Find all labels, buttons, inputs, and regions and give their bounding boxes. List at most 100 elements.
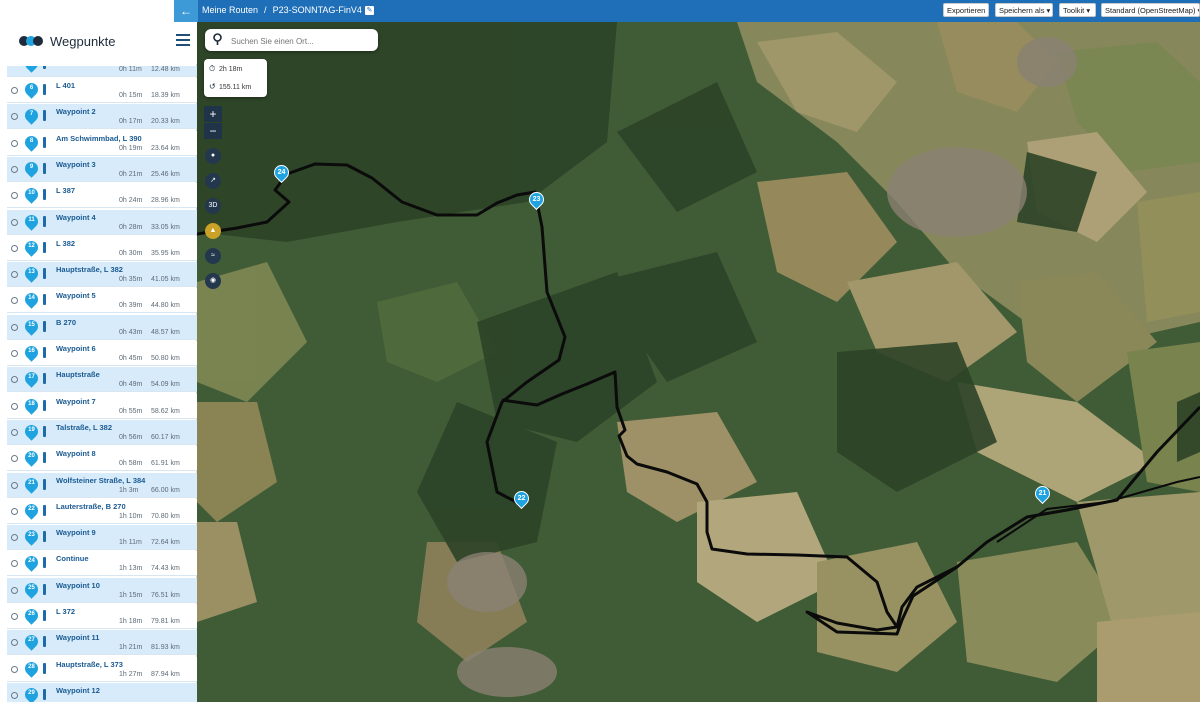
waypoint-number: 6	[29, 85, 34, 91]
clock-icon[interactable]	[11, 271, 18, 279]
drag-handle-icon[interactable]	[43, 531, 46, 543]
list-item[interactable]: 14 Waypoint 5 0h 39m 44.80 km	[7, 288, 197, 314]
drag-handle-icon[interactable]	[43, 320, 46, 332]
list-item[interactable]: 17 Hauptstraße 0h 49m 54.09 km	[7, 367, 197, 393]
list-item[interactable]: 27 Waypoint 11 1h 21m 81.93 km	[7, 630, 197, 656]
drag-handle-icon[interactable]	[43, 504, 46, 516]
list-item[interactable]: 20 Waypoint 8 0h 58m 61.91 km	[7, 446, 197, 472]
clock-icon[interactable]	[11, 613, 18, 620]
clock-icon[interactable]	[11, 192, 18, 200]
edit-icon[interactable]: ✎	[364, 6, 374, 16]
clock-icon[interactable]	[11, 323, 18, 331]
drag-handle-icon[interactable]	[43, 662, 46, 674]
breadcrumb-root[interactable]: Meine Routen	[202, 5, 258, 15]
drag-handle-icon[interactable]	[43, 294, 46, 306]
clock-icon[interactable]	[11, 455, 18, 463]
waypoint-time: 1h 21m	[119, 644, 143, 652]
drag-handle-icon[interactable]	[43, 688, 46, 700]
list-item[interactable]: 10 L 387 0h 24m 28.96 km	[7, 183, 197, 209]
toolkit-button[interactable]: Toolkit ▾	[1059, 3, 1096, 17]
clock-icon[interactable]	[11, 139, 18, 147]
clock-icon[interactable]	[11, 402, 18, 410]
drag-handle-icon[interactable]	[43, 241, 46, 253]
clock-icon[interactable]	[11, 560, 18, 568]
list-item[interactable]: 11 Waypoint 4 0h 28m 33.05 km	[7, 209, 197, 235]
drag-handle-icon[interactable]	[43, 425, 46, 437]
waypoint-list[interactable]: 0h 11m 12.48 km 6 L 401 0h 15m 18.39 km 7 Way…	[7, 66, 197, 702]
export-button[interactable]: Exportieren	[943, 3, 989, 17]
list-item[interactable]: 29 Waypoint 12	[7, 682, 197, 702]
search-input[interactable]	[229, 33, 373, 49]
drag-handle-icon[interactable]	[43, 452, 46, 464]
drag-handle-icon[interactable]	[43, 189, 46, 201]
waypoint-distance: 44.80 km	[151, 302, 180, 310]
clock-icon[interactable]	[11, 639, 18, 647]
clock-icon[interactable]	[11, 165, 18, 173]
drag-handle-icon[interactable]	[43, 399, 46, 411]
list-item[interactable]: 15 B 270 0h 43m 48.57 km	[7, 314, 197, 340]
drag-handle-icon[interactable]	[43, 136, 46, 148]
clock-icon[interactable]	[11, 350, 18, 357]
list-item[interactable]: 8 Am Schwimmbad, L 390 0h 19m 23.64 km	[7, 130, 197, 156]
clock-icon[interactable]	[11, 244, 18, 252]
street-view-icon[interactable]: ▲	[205, 223, 221, 239]
drag-handle-icon[interactable]	[43, 347, 46, 358]
drag-handle-icon[interactable]	[43, 84, 46, 95]
list-item[interactable]: 24 Continue 1h 13m 74.43 km	[7, 551, 197, 577]
clock-icon[interactable]	[11, 87, 18, 94]
list-item[interactable]: 22 Lauterstraße, B 270 1h 10m 70.80 km	[7, 498, 197, 524]
list-item[interactable]: 28 Hauptstraße, L 373 1h 27m 87.94 km	[7, 656, 197, 682]
list-item[interactable]: 13 Hauptstraße, L 382 0h 35m 41.05 km	[7, 262, 197, 288]
map-view[interactable]: 24 23 22 21	[197, 22, 1200, 702]
drag-handle-icon[interactable]	[43, 268, 46, 280]
list-item[interactable]: 6 L 401 0h 15m 18.39 km	[7, 78, 197, 103]
waypoint-time: 1h 13m	[119, 565, 143, 573]
clock-icon[interactable]	[11, 665, 18, 673]
list-item[interactable]: 26 L 372 1h 18m 79.81 km	[7, 604, 197, 629]
waypoint-distance: 58.62 km	[151, 407, 180, 415]
list-item[interactable]: 9 Waypoint 3 0h 21m 25.46 km	[7, 156, 197, 182]
elevation-profile-icon[interactable]: ≈	[205, 248, 221, 264]
clock-icon[interactable]	[11, 534, 18, 542]
clock-icon[interactable]	[11, 507, 18, 515]
drag-handle-icon[interactable]	[43, 610, 46, 621]
drag-handle-icon[interactable]	[43, 110, 46, 122]
waypoint-number: 27	[28, 637, 35, 644]
list-item[interactable]: 0h 11m 12.48 km	[7, 66, 197, 77]
clock-icon[interactable]	[11, 113, 18, 121]
drag-handle-icon[interactable]	[43, 478, 46, 490]
list-item[interactable]: 16 Waypoint 6 0h 45m 50.80 km	[7, 341, 197, 366]
drag-handle-icon[interactable]	[43, 583, 46, 595]
drag-handle-icon[interactable]	[43, 215, 46, 227]
zoom-out-button[interactable]: −	[204, 123, 222, 139]
list-item[interactable]: 7 Waypoint 2 0h 17m 20.33 km	[7, 104, 197, 130]
list-item[interactable]: 21 Wolfsteiner Straße, L 384 1h 3m 66.00 km	[7, 472, 197, 498]
clock-icon[interactable]	[11, 481, 18, 489]
toggle-3d-button[interactable]: 3D	[205, 198, 221, 214]
clock-icon[interactable]	[11, 376, 18, 384]
save-as-button[interactable]: Speichern als ▾	[995, 3, 1053, 17]
hamburger-menu-icon[interactable]	[176, 34, 190, 48]
drag-handle-icon[interactable]	[43, 557, 46, 569]
list-item[interactable]: 23 Waypoint 9 1h 11m 72.64 km	[7, 525, 197, 551]
layers-icon[interactable]: ◉	[205, 273, 221, 289]
arrow-left-icon[interactable]: ←	[174, 0, 198, 22]
clock-icon[interactable]	[11, 428, 18, 436]
zoom-in-button[interactable]: +	[204, 106, 222, 122]
route-edit-icon[interactable]: ↗	[205, 173, 221, 189]
clock-icon[interactable]	[11, 218, 18, 226]
list-item[interactable]: 19 Talstraße, L 382 0h 56m 60.17 km	[7, 419, 197, 445]
drag-handle-icon[interactable]	[43, 66, 46, 69]
clock-icon[interactable]	[11, 586, 18, 594]
map-style-select[interactable]: Standard (OpenStreetMap) ▾	[1101, 3, 1200, 17]
clock-icon[interactable]	[11, 297, 18, 305]
list-item[interactable]: 18 Waypoint 7 0h 55m 58.62 km	[7, 393, 197, 419]
add-waypoint-icon[interactable]: ●	[205, 148, 221, 164]
location-search[interactable]	[205, 29, 378, 51]
drag-handle-icon[interactable]	[43, 162, 46, 174]
drag-handle-icon[interactable]	[43, 373, 46, 385]
drag-handle-icon[interactable]	[43, 636, 46, 648]
clock-icon[interactable]	[11, 691, 18, 699]
list-item[interactable]: 25 Waypoint 10 1h 15m 76.51 km	[7, 577, 197, 603]
list-item[interactable]: 12 L 382 0h 30m 35.95 km	[7, 235, 197, 261]
